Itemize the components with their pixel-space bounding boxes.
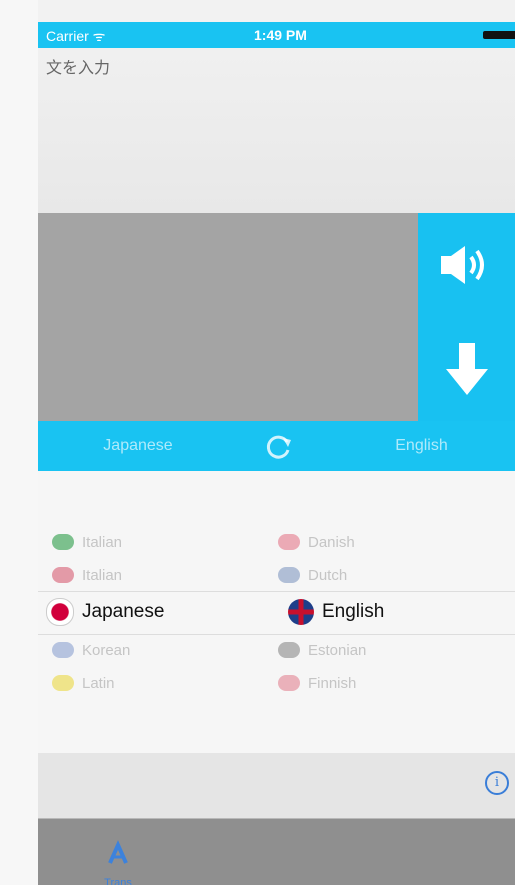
picker-left-row[interactable]: Korean <box>52 635 130 665</box>
picker-right-label: English <box>322 601 385 622</box>
carrier-label: Carrier ᯤ <box>46 28 106 44</box>
source-language-button[interactable]: Japanese <box>38 437 238 455</box>
picker-right-row[interactable]: Estonian <box>278 635 366 665</box>
picker-right-row[interactable]: Danish <box>278 527 355 557</box>
picker-right-label: Finnish <box>308 674 357 692</box>
picker-left-row[interactable]: Italian <box>52 560 122 590</box>
picker-left-row[interactable]: Latin <box>52 668 115 698</box>
netherlands-flag-icon <box>278 567 300 583</box>
target-language-button[interactable]: English <box>328 437 515 455</box>
latin-flag-icon <box>52 675 74 691</box>
japan-flag-icon <box>46 598 74 626</box>
speak-button[interactable] <box>418 213 515 317</box>
translate-tab-icon <box>108 840 128 864</box>
toolbar-band: i <box>38 753 515 818</box>
picker-right-row[interactable]: Finnish <box>278 668 356 698</box>
swap-languages-button[interactable] <box>261 430 295 464</box>
source-text-input[interactable]: 文を入力 <box>38 48 515 213</box>
left-margin <box>0 0 38 885</box>
battery-icon <box>483 31 515 39</box>
info-icon[interactable]: i <box>485 771 509 795</box>
down-arrow-icon <box>445 343 488 395</box>
picker-left-label: Japanese <box>82 601 165 622</box>
picker-right-label: Dutch <box>308 566 348 584</box>
tab-translate[interactable]: Trans <box>98 837 138 885</box>
picker-left-label: Italian <box>82 533 123 551</box>
picker-left-label: Korean <box>82 641 131 659</box>
tab-label: Trans <box>104 877 132 885</box>
denmark-flag-icon <box>278 534 300 550</box>
language-bar: Japanese English <box>38 421 515 471</box>
picker-right-row[interactable]: Dutch <box>278 560 347 590</box>
app-screen: Carrier ᯤ 1:49 PM 文を入力 Japanese English … <box>0 0 515 885</box>
download-button[interactable] <box>418 317 515 421</box>
picker-left-row-selected[interactable]: Japanese <box>46 597 164 627</box>
italy-flag-icon <box>52 534 74 550</box>
language-picker[interactable]: Italian Italian Japanese Korean Latin Da… <box>38 471 515 753</box>
status-bar: Carrier ᯤ 1:49 PM <box>38 22 515 48</box>
picker-left-label: Italian <box>82 566 123 584</box>
translation-output <box>38 213 418 421</box>
italy-flag-icon <box>52 567 74 583</box>
tab-bar: Trans <box>38 818 515 885</box>
picker-right-label: Estonian <box>308 641 367 659</box>
korea-flag-icon <box>52 642 74 658</box>
picker-right-row-selected[interactable]: English <box>288 597 384 627</box>
picker-right-label: Danish <box>308 533 355 551</box>
finland-flag-icon <box>278 675 300 691</box>
speaker-icon <box>440 246 484 284</box>
refresh-icon <box>266 435 291 459</box>
uk-flag-icon <box>288 599 314 625</box>
picker-left-label: Latin <box>82 674 115 692</box>
input-placeholder: 文を入力 <box>46 58 111 77</box>
picker-left-row[interactable]: Italian <box>52 527 122 557</box>
action-panel <box>418 213 515 421</box>
clock-label: 1:49 PM <box>254 27 307 43</box>
estonia-flag-icon <box>278 642 300 658</box>
